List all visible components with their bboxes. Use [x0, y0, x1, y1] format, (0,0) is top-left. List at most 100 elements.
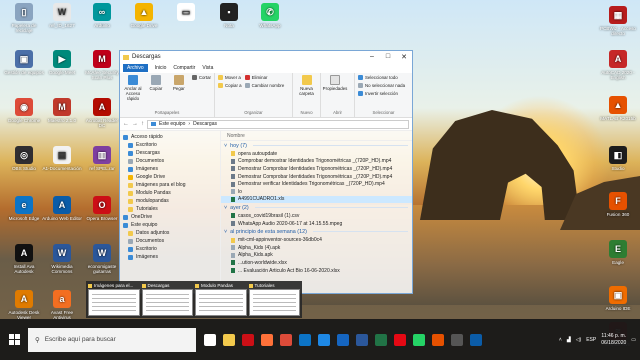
- properties-button[interactable]: Propiedades: [323, 75, 347, 110]
- paste-button[interactable]: Pegar: [169, 75, 189, 110]
- matlab-icon[interactable]: [432, 333, 444, 346]
- firefox-icon[interactable]: [261, 333, 273, 346]
- desktop-icon-google-meet[interactable]: ▶ Google Meet: [42, 50, 82, 75]
- thumbnail-descargas[interactable]: Descargas: [141, 283, 193, 316]
- opera-icon[interactable]: [242, 333, 254, 346]
- desktop-icon-pcbwiz-acceso-directo[interactable]: ▦ PCBWiz - Acceso directo: [598, 6, 638, 36]
- tab-vista[interactable]: Vista: [202, 65, 213, 71]
- up-arrow-icon[interactable]: ↑: [141, 121, 144, 127]
- desktop-icon-arduino-ide[interactable]: ▣ Arduino IDE: [598, 286, 638, 311]
- nav-item-escritorio[interactable]: Escritorio: [120, 141, 220, 149]
- file-row[interactable]: ...ution-worldwide.xlsx: [221, 259, 412, 267]
- desktop-icon-opera-browser[interactable]: O Opera Browser: [82, 196, 122, 221]
- rename-button[interactable]: Cambiar nombre: [244, 83, 284, 88]
- chrome-icon[interactable]: [280, 333, 292, 346]
- nav-item-google-drive[interactable]: Google Drive: [120, 173, 220, 181]
- desktop-icon-avast-free-antivirus[interactable]: a Avast Free Antivirus: [42, 290, 82, 320]
- copy-button[interactable]: Copiar: [146, 75, 166, 110]
- column-header-name[interactable]: Nombre: [221, 131, 412, 141]
- desktop-icon-studio[interactable]: ◧ Studio: [598, 146, 638, 171]
- task-view-icon[interactable]: [204, 333, 216, 346]
- copy-to-button[interactable]: Copiar a: [218, 83, 242, 88]
- desktop-icon-item[interactable]: ▭: [166, 3, 206, 23]
- nav-item-datos-adjuntos[interactable]: Datos adjuntos: [120, 229, 220, 237]
- netflix-icon[interactable]: [394, 333, 406, 346]
- file-row[interactable]: ... Evaluación Articulo Act Bio 16-06-20…: [221, 267, 412, 275]
- file-row[interactable]: lo: [221, 188, 412, 196]
- nav-item-onedrive[interactable]: OneDrive: [120, 213, 220, 221]
- clock[interactable]: 11:46 p. m. 06/18/2020: [601, 333, 626, 347]
- start-button[interactable]: [0, 319, 28, 360]
- word-icon[interactable]: [356, 333, 368, 346]
- tab-inicio[interactable]: Inicio: [155, 65, 167, 71]
- desktop-icon-microsoft-edge[interactable]: e Microsoft Edge: [4, 196, 44, 221]
- file-row[interactable]: Demostrar verificar Identidades Trigonom…: [221, 180, 412, 188]
- obs-icon[interactable]: [451, 333, 463, 346]
- desktop-icon-eagle[interactable]: E Eagle: [598, 240, 638, 265]
- pin-quick-access-button[interactable]: Anclar al Acceso rápido: [123, 75, 143, 110]
- file-row[interactable]: Alpha_Kids (4).apk: [221, 244, 412, 252]
- select-all-button[interactable]: Seleccionar todo: [358, 75, 405, 80]
- network-icon[interactable]: ▟: [567, 337, 571, 343]
- file-row[interactable]: Alpha_Kids.apk: [221, 252, 412, 260]
- desktop-icon-obs-studio[interactable]: ◎ OBS Studio: [4, 146, 44, 171]
- invert-selection-button[interactable]: Invertir selección: [358, 91, 405, 96]
- volume-icon[interactable]: ◁): [576, 337, 582, 343]
- desktop-icon-arduino[interactable]: ∞ Arduino: [82, 3, 122, 28]
- nav-item-descargas[interactable]: Descargas: [120, 149, 220, 157]
- nav-item-modulo-pandas[interactable]: Modulo Pandas: [120, 189, 220, 197]
- desktop-icon-maestro-2-1-0[interactable]: M Maestro 2.1.0: [42, 98, 82, 123]
- nav-item-imagenes[interactable]: Imágenes: [120, 253, 220, 261]
- nav-item-este-equipo[interactable]: Este equipo: [120, 221, 220, 229]
- nav-item-tutoriales[interactable]: Tutoriales: [120, 205, 220, 213]
- desktop-icon-google-chrome[interactable]: ◉ Google Chrome: [4, 98, 44, 123]
- move-to-button[interactable]: Mover a: [218, 75, 242, 80]
- desktop-icon-whatsapp[interactable]: ✆ WhatsApp: [250, 3, 290, 28]
- search-box[interactable]: ⚲ Escribe aquí para buscar: [28, 327, 196, 352]
- select-none-button[interactable]: No seleccionar nada: [358, 83, 405, 88]
- edge-icon[interactable]: [299, 333, 311, 346]
- desktop-icon-autocad-2020-english[interactable]: A AutoCAD 2020 - English: [598, 50, 638, 80]
- desktop-icon-nota[interactable]: ▪ Nota: [209, 3, 249, 28]
- notification-icon[interactable]: ▭: [631, 337, 636, 343]
- file-row[interactable]: Comprobar demostrar Identidades Trigonom…: [221, 158, 412, 166]
- file-row[interactable]: mit-cml-appinventor-sources-36db0c4: [221, 236, 412, 244]
- nav-item-documentos[interactable]: Documentos: [120, 237, 220, 245]
- thumbnail-imagenes-para-el[interactable]: Imágenes para el...: [88, 283, 140, 316]
- desktop-icon-papelera-de-reciclaje[interactable]: ▯ Papelera de reciclaje: [4, 3, 44, 33]
- forward-arrow-icon[interactable]: →: [132, 121, 138, 127]
- desktop-icon-mcafee-security-scan-plus[interactable]: M McAfee Security Scan Plus: [82, 50, 122, 80]
- mail-icon[interactable]: [337, 333, 349, 346]
- tab-compartir[interactable]: Compartir: [173, 65, 195, 71]
- desktop-icon-acrobat-reader-dc[interactable]: A Acrobat Reader DC: [82, 98, 122, 128]
- desktop-icon-autodesk-desk-viewer[interactable]: A Autodesk Desk Viewer: [4, 290, 44, 320]
- file-row[interactable]: opera autoupdate: [221, 150, 412, 158]
- desktop-icon-matlab-r2015b[interactable]: ▲ MATLAB R2015b: [598, 96, 638, 121]
- breadcrumb-downloads[interactable]: Descargas: [193, 121, 217, 127]
- nav-item-documentos[interactable]: Documentos: [120, 157, 220, 165]
- desktop-icon-arduino-web-editor[interactable]: A Arduino Web Editor: [42, 196, 82, 221]
- nav-item-imagenes[interactable]: Imágenes: [120, 165, 220, 173]
- chevron-up-icon[interactable]: ˄: [559, 337, 562, 343]
- new-folder-button[interactable]: Nueva carpeta: [296, 75, 317, 110]
- excel-icon[interactable]: [375, 333, 387, 346]
- desktop-icon-wikimedia-commons[interactable]: W Wikimedia Commons: [42, 244, 82, 274]
- thumbnail-tutoriales[interactable]: Tutoriales: [248, 283, 300, 316]
- desktop-icon-a1-documentacion[interactable]: ▤ A1-Documentación: [42, 146, 82, 171]
- photos-icon[interactable]: [470, 333, 482, 346]
- desktop-icon-ref-id-1627[interactable]: Wref_ID_1627: [42, 3, 82, 28]
- desktop-icon-gestion-de-equipos[interactable]: ▣ Gestión de equipos: [4, 50, 44, 75]
- tab-archivo[interactable]: Archivo: [123, 64, 148, 72]
- file-group-header[interactable]: ˅ al principio de esta semana (12): [221, 227, 412, 236]
- back-arrow-icon[interactable]: ←: [123, 121, 129, 127]
- thumbnail-modulo-pandas[interactable]: Modulo Pandas: [195, 283, 247, 316]
- file-row[interactable]: A4991CUADRO1.xls: [221, 195, 412, 204]
- nav-item-imagenes-para-el-blog[interactable]: Imágenes para el blog: [120, 181, 220, 189]
- file-group-header[interactable]: ˅ ayer (2): [221, 203, 412, 212]
- desktop-icon-google-drive[interactable]: ▲ Google Drive: [124, 3, 164, 28]
- whatsapp-icon[interactable]: [413, 333, 425, 346]
- desktop-icon-install-ava-autodesk[interactable]: A Install Ava Autodesk: [4, 244, 44, 274]
- address-bar[interactable]: Este equipo › Descargas: [147, 119, 409, 129]
- maximize-button[interactable]: □: [380, 53, 396, 61]
- delete-button[interactable]: Eliminar: [244, 75, 285, 80]
